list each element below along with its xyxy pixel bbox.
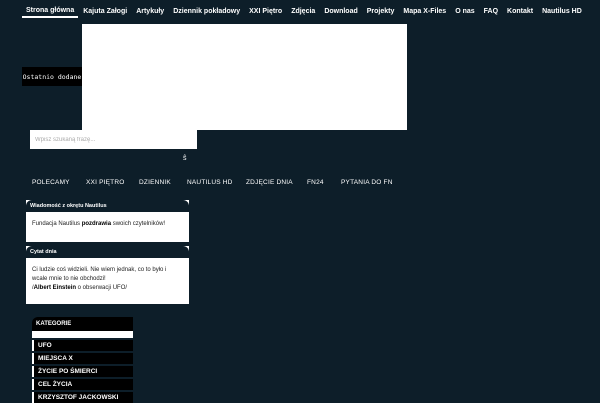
category-item-miejsca-x[interactable]: MIEJSCA X: [32, 353, 133, 364]
categories-box: KATEGORIE UFO MIEJSCA X ŻYCIE PO ŚMIERCI…: [32, 317, 133, 403]
featured-banner[interactable]: [82, 24, 407, 130]
category-item-cel-zycia[interactable]: CEL ŻYCIA: [32, 379, 133, 390]
nav-item-mapa-x-files[interactable]: Mapa X-Files: [399, 5, 450, 18]
top-navigation: Strona główna Kajuta Załogi Artykuły Dzi…: [22, 3, 587, 19]
nav-item-kontakt[interactable]: Kontakt: [503, 5, 537, 18]
search-icon[interactable]: ŝ: [183, 155, 187, 163]
nav-item-strona-glowna[interactable]: Strona główna: [22, 4, 79, 18]
catnav-item-pytania-do-fn[interactable]: PYTANIA DO FN: [341, 179, 393, 186]
quote-text: Ci ludzie coś widzieli. Nie wiem jednak,…: [32, 267, 167, 282]
message-text-bold: pozdrawia: [81, 221, 112, 227]
message-text: Fundacja Nautilus pozdrawia swoich czyte…: [26, 212, 189, 242]
quote-title: Cytat dnia: [26, 246, 189, 258]
message-title: Wiadomość z okrętu Nautilus: [26, 200, 189, 212]
message-text-end: swoich czytelników!: [111, 221, 166, 227]
category-item-krzysztof-jackowski[interactable]: KRZYSZTOF JACKOWSKI: [32, 392, 133, 403]
message-text-start: Fundacja Nautilus: [32, 221, 82, 227]
catnav-item-nautilus-hd[interactable]: NAUTILUS HD: [187, 179, 233, 186]
catnav-item-dziennik[interactable]: DZIENNIK: [139, 179, 171, 186]
category-navigation: POLECAMY XXI PIĘTRO DZIENNIK NAUTILUS HD…: [22, 179, 600, 191]
quote-author[interactable]: Albert Einstein: [34, 285, 76, 291]
category-item-ufo[interactable]: UFO: [32, 340, 133, 351]
nav-item-zdjecia[interactable]: Zdjęcia: [287, 5, 319, 18]
catnav-item-polecamy[interactable]: POLECAMY: [32, 179, 70, 186]
message-box: Wiadomość z okrętu Nautilus Fundacja Nau…: [26, 200, 189, 242]
catnav-item-fn24[interactable]: FN24: [307, 179, 324, 186]
categories-title: KATEGORIE: [32, 317, 133, 331]
nav-item-kajuta-zalogi[interactable]: Kajuta Załogi: [79, 5, 131, 18]
catnav-item-xxi-pietro[interactable]: XXI PIĘTRO: [86, 179, 124, 186]
nav-item-faq[interactable]: FAQ: [480, 5, 502, 18]
nav-item-nautilus-hd[interactable]: Nautilus HD: [538, 5, 586, 18]
nav-item-download[interactable]: Download: [320, 5, 361, 18]
quote-suffix: o obserwacji UFO/: [76, 285, 128, 291]
quote-box: Cytat dnia Ci ludzie coś widzieli. Nie w…: [26, 246, 189, 304]
quote-text-block: Ci ludzie coś widzieli. Nie wiem jednak,…: [26, 258, 189, 304]
category-item-zycie-po-smierci[interactable]: ŻYCIE PO ŚMIERCI: [32, 366, 133, 377]
nav-item-projekty[interactable]: Projekty: [363, 5, 399, 18]
nav-item-o-nas[interactable]: O nas: [451, 5, 478, 18]
search-input[interactable]: [30, 130, 197, 149]
catnav-item-zdjecie-dnia[interactable]: ZDJĘCIE DNIA: [246, 179, 293, 186]
recent-label: Ostatnio dodane: [22, 67, 82, 86]
nav-item-xxi-pietro[interactable]: XXI Piętro: [245, 5, 286, 18]
nav-item-dziennik-pokladowy[interactable]: Dziennik pokładowy: [169, 5, 244, 18]
categories-divider: [32, 331, 133, 338]
nav-item-artykuly[interactable]: Artykuły: [132, 5, 168, 18]
